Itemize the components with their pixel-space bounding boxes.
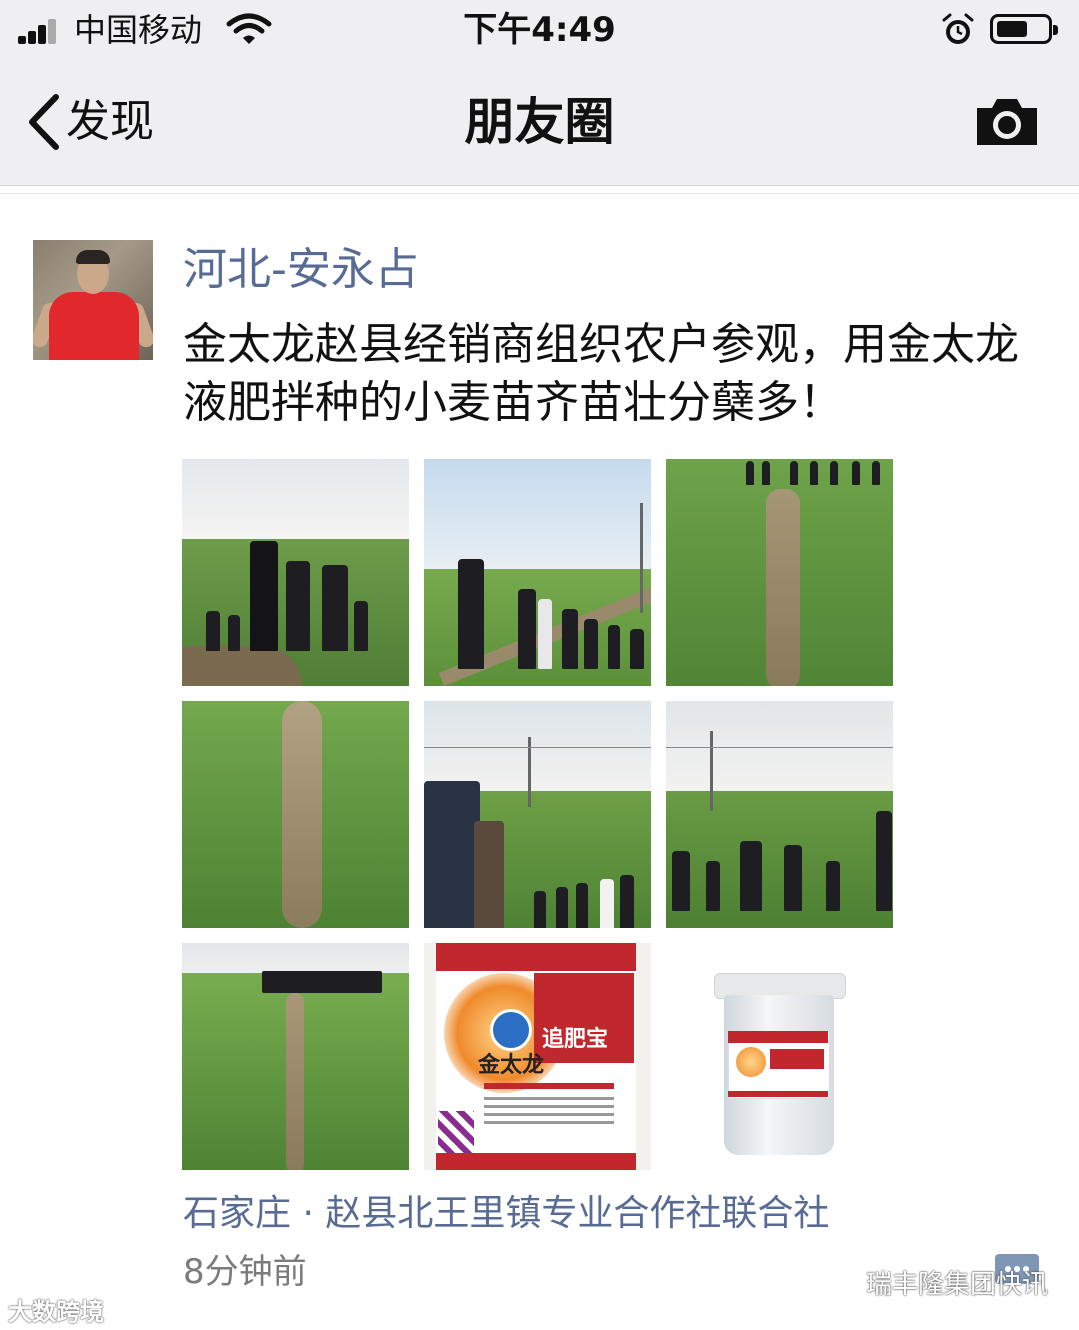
top-bar: 中国移动 下午4:49 发现 朋友圈 [0,0,1079,186]
product-label: 金太龙 [478,1053,545,1078]
photo-7[interactable] [182,943,409,1170]
author-name[interactable]: 河北-安永占 [183,242,419,298]
photo-4[interactable] [182,701,409,928]
watermark-left: 大数跨境 [8,1298,104,1326]
location-link[interactable]: 石家庄 · 赵县北王里镇专业合作社联合社 [183,1190,829,1238]
product-bag-photo[interactable]: 追肥宝 金太龙 [424,943,651,1170]
timestamp: 8分钟前 [183,1252,307,1292]
divider [0,193,1079,194]
status-bar: 中国移动 下午4:49 [0,0,1079,62]
watermark-right-label: 瑞丰隆集团快讯 [866,1270,1049,1300]
alarm-icon [940,12,976,52]
product-bucket-photo[interactable] [666,943,893,1170]
battery-icon [990,14,1058,44]
clock: 下午4:49 [463,10,616,50]
post-text: 金太龙赵县经销商组织农户参观，用金太龙液肥拌种的小麦苗齐苗壮分蘖多！ [183,319,1019,428]
avatar[interactable] [33,240,153,360]
photo-1[interactable] [182,459,409,686]
page-title: 朋友圈 [464,93,615,151]
photo-3[interactable] [666,459,893,686]
watermark-right: 瑞丰隆集团快讯 [818,1264,1048,1306]
photo-6[interactable] [666,701,893,928]
photo-grid: 追肥宝 金太龙 [182,459,893,1170]
wechat-icon [818,1264,858,1306]
product-subtitle: 追肥宝 [542,1027,609,1052]
photo-2[interactable] [424,459,651,686]
camera-icon[interactable] [974,96,1040,152]
photo-5[interactable] [424,701,651,928]
